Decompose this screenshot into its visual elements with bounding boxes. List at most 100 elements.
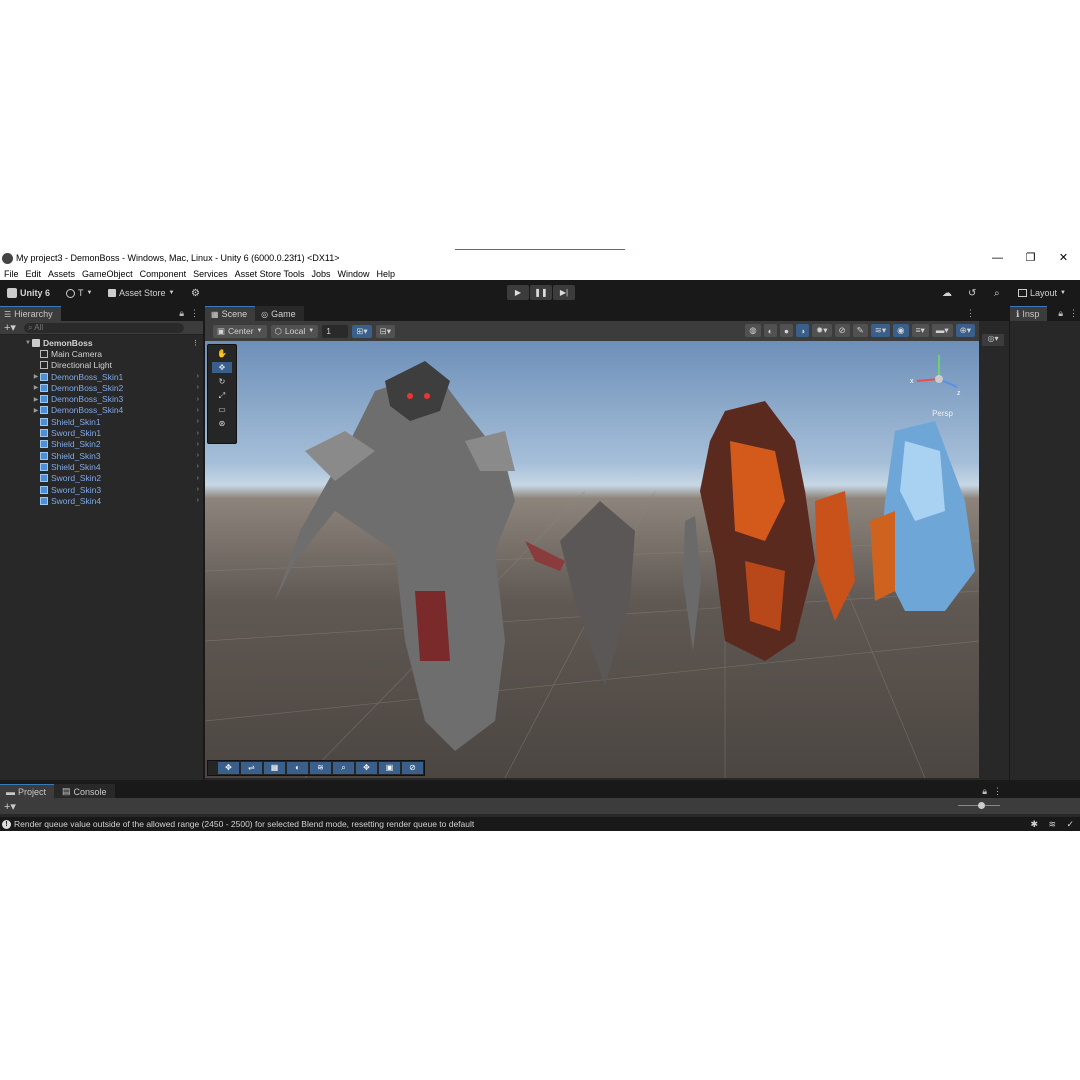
hierarchy-item[interactable]: Sword_Skin3 › (0, 484, 203, 495)
menu-edit[interactable]: Edit (26, 269, 42, 279)
account-dropdown[interactable]: T ▼ (66, 285, 92, 301)
effects-toggle[interactable]: ✎ (852, 324, 868, 337)
hierarchy-item[interactable]: Sword_Skin1 › (0, 427, 203, 438)
tab-project[interactable]: ▬ Project (0, 784, 55, 798)
projection-label[interactable]: Persp (932, 409, 953, 418)
status-message[interactable]: Render queue value outside of the allowe… (14, 819, 474, 829)
scene-gizmo[interactable]: x z (910, 355, 961, 397)
debug-icon[interactable]: ✱ (1030, 819, 1038, 830)
asset-store-dropdown[interactable]: Asset Store ▼ (108, 285, 174, 301)
step-button[interactable]: ▶| (553, 285, 575, 300)
tab-console[interactable]: ▤ Console (54, 784, 115, 798)
expand-arrow-icon[interactable]: ▶ (32, 396, 40, 403)
cloud-button[interactable]: ☁ (942, 285, 952, 301)
view-tool-icon[interactable]: ✋ (212, 348, 232, 359)
open-prefab-chevron-icon[interactable]: › (197, 396, 199, 403)
hierarchy-item[interactable]: ▶ DemonBoss_Skin2 › (0, 382, 203, 393)
more-options-icon[interactable]: ⋮ (993, 786, 1002, 797)
close-button[interactable]: ✕ (1047, 249, 1080, 267)
scene-row[interactable]: ▼ DemonBoss ⋮ (0, 337, 203, 348)
wireframe-button[interactable]: ◐ (763, 324, 777, 337)
checkmark-icon[interactable]: ✓ (1066, 819, 1074, 830)
hierarchy-item[interactable]: Sword_Skin2 › (0, 473, 203, 484)
open-prefab-chevron-icon[interactable]: › (197, 441, 199, 448)
zoom-icon[interactable]: ⌕ (333, 762, 354, 774)
pivot-dropdown[interactable]: ▣ Center ▼ (213, 324, 267, 338)
expand-arrow-icon[interactable]: ▶ (32, 384, 40, 391)
lock-icon[interactable]: 🔒︎ (982, 786, 987, 797)
more-options-icon[interactable]: ⋮ (1069, 308, 1078, 319)
draw-mode-button[interactable]: ◍ (745, 324, 761, 337)
maximize-button[interactable]: ❐ (1014, 249, 1047, 267)
menu-jobs[interactable]: Jobs (312, 269, 331, 279)
layers-icon[interactable]: ≋ (310, 762, 331, 774)
open-prefab-chevron-icon[interactable]: › (197, 497, 199, 504)
orbit-icon[interactable]: ◐ (287, 762, 308, 774)
scene-viewport[interactable]: x z ✋ ✥ ↻ ⤢ ▭ ⊛ Persp ✥ ⇌ ▦ ◐ ≋ ⌕ ✥ ▣ ⊘ (205, 341, 979, 778)
menu-component[interactable]: Component (140, 269, 187, 279)
move-tool-icon[interactable]: ✥ (212, 362, 232, 373)
grid-icon[interactable]: ▦ (264, 762, 285, 774)
play-button[interactable]: ▶ (507, 285, 529, 300)
add-icon[interactable]: +▾ (4, 321, 16, 334)
hierarchy-item[interactable]: Sword_Skin4 › (0, 495, 203, 506)
overlay-menu-button[interactable]: ◎▾ (982, 334, 1004, 346)
align-icon[interactable]: ⇌ (241, 762, 262, 774)
minimize-button[interactable]: — (981, 249, 1014, 267)
lock-icon[interactable]: 🔒︎ (1058, 308, 1063, 319)
hierarchy-item[interactable]: Shield_Skin3 › (0, 450, 203, 461)
open-prefab-chevron-icon[interactable]: › (197, 486, 199, 493)
menu-window[interactable]: Window (338, 269, 370, 279)
scene-visibility-dropdown[interactable]: ≡▾ (911, 324, 929, 337)
layout-dropdown[interactable]: Layout ▼ (1018, 285, 1066, 301)
shaded-wireframe-button[interactable]: ◑ (796, 324, 810, 337)
open-prefab-chevron-icon[interactable]: › (197, 407, 199, 414)
open-prefab-chevron-icon[interactable]: › (197, 418, 199, 425)
tab-hierarchy[interactable]: ☰ Hierarchy (0, 306, 61, 321)
hierarchy-item[interactable]: Main Camera (0, 348, 203, 359)
visibility-toggle[interactable]: ◉ (893, 324, 909, 337)
rect-tool-icon[interactable]: ▭ (212, 404, 232, 415)
snap-increment-field[interactable]: 1 (322, 324, 349, 338)
zoom-slider-handle[interactable] (978, 802, 985, 809)
transform-tool-icon[interactable]: ⊛ (212, 418, 232, 429)
search-input[interactable]: ⌕ All (23, 322, 184, 333)
search-button[interactable]: ⌕ (994, 285, 1000, 301)
lighting-toggle[interactable]: ✹▾ (812, 324, 832, 337)
move-icon[interactable]: ✥ (218, 762, 239, 774)
pan-icon[interactable]: ✥ (356, 762, 377, 774)
audio-toggle[interactable]: ⊘ (834, 324, 850, 337)
camera-icon[interactable]: ▣ (379, 762, 400, 774)
hierarchy-item[interactable]: Shield_Skin2 › (0, 439, 203, 450)
layers-dropdown[interactable]: ≋▾ (870, 324, 891, 337)
render-pipeline-icon[interactable]: ≋ (1048, 819, 1056, 830)
pause-button[interactable]: ❚❚ (530, 285, 552, 300)
history-button[interactable]: ↺ (968, 285, 976, 301)
open-prefab-chevron-icon[interactable]: › (197, 373, 199, 380)
compass-icon[interactable]: ⊘ (402, 762, 423, 774)
more-options-icon[interactable]: ⋮ (192, 339, 199, 347)
menu-asset-store-tools[interactable]: Asset Store Tools (235, 269, 305, 279)
more-options-icon[interactable]: ⋮ (190, 308, 199, 319)
grid-snapping-button[interactable]: ⊞▾ (352, 324, 372, 338)
hierarchy-item[interactable]: ▶ DemonBoss_Skin1 › (0, 371, 203, 382)
more-options-icon[interactable]: ⋮ (966, 308, 975, 319)
open-prefab-chevron-icon[interactable]: › (197, 475, 199, 482)
camera-settings-dropdown[interactable]: ▬▾ (931, 324, 953, 337)
menu-help[interactable]: Help (377, 269, 396, 279)
expand-arrow-icon[interactable]: ▼ (24, 340, 32, 346)
shaded-button[interactable]: ● (779, 324, 793, 337)
rotate-tool-icon[interactable]: ↻ (212, 376, 232, 387)
settings-button[interactable]: ⚙ (191, 285, 200, 301)
add-icon[interactable]: +▾ (4, 800, 16, 813)
tab-game[interactable]: ◎ Game (255, 306, 304, 321)
open-prefab-chevron-icon[interactable]: › (197, 452, 199, 459)
expand-arrow-icon[interactable]: ▶ (32, 373, 40, 380)
gizmos-dropdown[interactable]: ⊕▾ (955, 324, 975, 337)
menu-file[interactable]: File (4, 269, 19, 279)
scale-tool-icon[interactable]: ⤢ (212, 390, 232, 401)
menu-services[interactable]: Services (193, 269, 228, 279)
expand-arrow-icon[interactable]: ▶ (32, 407, 40, 414)
hierarchy-item[interactable]: Shield_Skin1 › (0, 416, 203, 427)
hierarchy-item[interactable]: Shield_Skin4 › (0, 461, 203, 472)
